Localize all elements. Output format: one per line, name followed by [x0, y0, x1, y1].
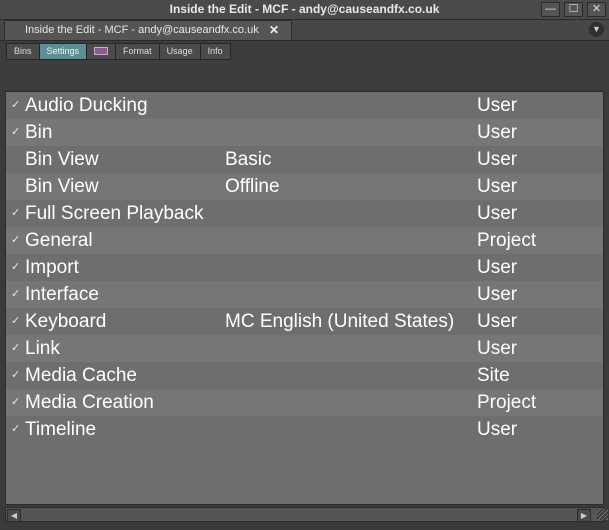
- tab-media-composer-icon[interactable]: [87, 43, 117, 60]
- tab-format[interactable]: Format: [116, 43, 160, 60]
- tab-usage[interactable]: Usage: [159, 43, 201, 60]
- setting-type: Project: [477, 230, 537, 251]
- check-icon[interactable]: ✓: [11, 308, 20, 335]
- project-subtabs: Bins Settings Format Usage Info: [6, 43, 231, 60]
- project-tab-label: Inside the Edit - MCF - andy@causeandfx.…: [25, 24, 259, 36]
- settings-row[interactable]: ✓ Import User: [6, 254, 603, 281]
- setting-value: MC English (United States): [225, 311, 455, 332]
- maximize-button[interactable]: ☐: [564, 2, 583, 17]
- setting-name: Import: [25, 257, 79, 278]
- settings-row[interactable]: ✓ Audio Ducking User: [6, 92, 603, 119]
- settings-row[interactable]: ✓ Bin User: [6, 119, 603, 146]
- setting-type: User: [477, 176, 518, 197]
- close-window-button[interactable]: ✕: [587, 2, 606, 17]
- tab-bins[interactable]: Bins: [6, 43, 40, 60]
- check-icon[interactable]: ✓: [11, 281, 20, 308]
- settings-row[interactable]: ✓ Timeline User: [6, 416, 603, 443]
- setting-name: Bin View: [25, 149, 99, 170]
- horizontal-scrollbar[interactable]: ◀ ▶: [5, 507, 604, 522]
- setting-type: User: [477, 95, 518, 116]
- scroll-right-icon[interactable]: ▶: [577, 509, 591, 522]
- media-composer-icon: [94, 47, 109, 55]
- setting-name: Bin View: [25, 176, 99, 197]
- settings-row[interactable]: Bin View Basic User: [6, 146, 603, 173]
- setting-type: User: [477, 338, 518, 359]
- resize-grip-icon[interactable]: [597, 509, 608, 520]
- setting-value: Basic: [225, 149, 272, 170]
- tab-settings[interactable]: Settings: [39, 43, 88, 60]
- check-icon[interactable]: ✓: [11, 227, 20, 254]
- setting-type: User: [477, 284, 518, 305]
- setting-type: Project: [477, 392, 537, 413]
- check-icon[interactable]: ✓: [11, 92, 20, 119]
- settings-row[interactable]: ✓ Full Screen Playback User: [6, 200, 603, 227]
- setting-type: Site: [477, 365, 510, 386]
- settings-list[interactable]: ✓ Audio Ducking User ✓ Bin User Bin View Basic U…: [5, 91, 604, 505]
- check-icon[interactable]: ✓: [11, 119, 20, 146]
- scroll-left-icon[interactable]: ◀: [7, 509, 21, 522]
- setting-type: User: [477, 203, 518, 224]
- settings-row[interactable]: ✓ Media Creation Project: [6, 389, 603, 416]
- setting-type: User: [477, 149, 518, 170]
- setting-name: Audio Ducking: [25, 95, 148, 116]
- check-icon[interactable]: ✓: [11, 254, 20, 281]
- settings-row[interactable]: ✓ Link User: [6, 335, 603, 362]
- setting-type: User: [477, 257, 518, 278]
- setting-type: User: [477, 419, 518, 440]
- settings-row[interactable]: ✓ Keyboard MC English (United States) User: [6, 308, 603, 335]
- document-tab-bar: Inside the Edit - MCF - andy@causeandfx.…: [0, 20, 609, 41]
- setting-name: General: [25, 230, 93, 251]
- setting-name: Media Creation: [25, 392, 154, 413]
- setting-value: Offline: [225, 176, 280, 197]
- setting-name: Interface: [25, 284, 99, 305]
- check-icon[interactable]: ✓: [11, 335, 20, 362]
- setting-name: Full Screen Playback: [25, 203, 204, 224]
- setting-name: Keyboard: [25, 311, 107, 332]
- minimize-button[interactable]: —: [541, 2, 560, 17]
- setting-name: Timeline: [25, 419, 97, 440]
- window-title: Inside the Edit - MCF - andy@causeandfx.…: [169, 2, 440, 16]
- settings-row[interactable]: ✓ Interface User: [6, 281, 603, 308]
- settings-row[interactable]: ✓ Media Cache Site: [6, 362, 603, 389]
- setting-type: User: [477, 122, 518, 143]
- settings-row[interactable]: ✓ General Project: [6, 227, 603, 254]
- project-toolbar: Bins Settings Format Usage Info: [0, 41, 609, 89]
- project-tab[interactable]: Inside the Edit - MCF - andy@causeandfx.…: [4, 20, 292, 40]
- check-icon[interactable]: ✓: [11, 362, 20, 389]
- check-icon[interactable]: ✓: [11, 416, 20, 443]
- setting-name: Media Cache: [25, 365, 137, 386]
- check-icon[interactable]: ✓: [11, 200, 20, 227]
- title-bar: Inside the Edit - MCF - andy@causeandfx.…: [0, 0, 609, 20]
- close-tab-icon[interactable]: ✕: [269, 21, 279, 40]
- setting-name: Bin: [25, 122, 53, 143]
- setting-name: Link: [25, 338, 60, 359]
- setting-type: User: [477, 311, 518, 332]
- check-icon[interactable]: ✓: [11, 389, 20, 416]
- settings-row[interactable]: Bin View Offline User: [6, 173, 603, 200]
- tab-info[interactable]: Info: [200, 43, 231, 60]
- tab-menu-icon[interactable]: ▼: [589, 22, 604, 37]
